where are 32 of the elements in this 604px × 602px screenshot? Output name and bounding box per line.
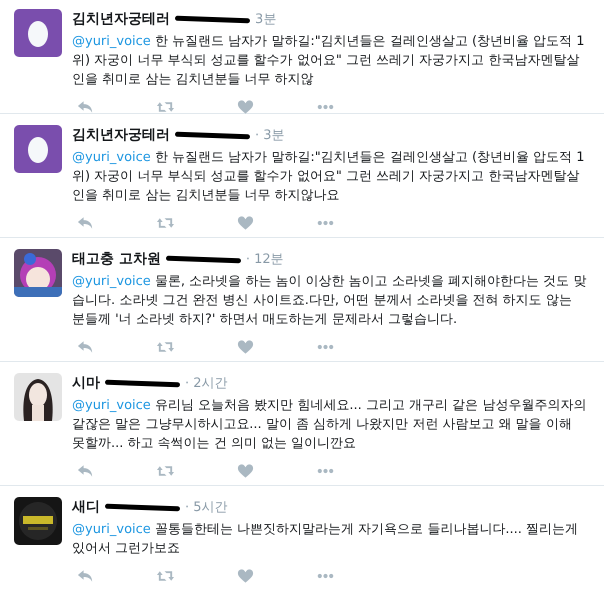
mention-link[interactable]: @yuri_voice [72,522,151,537]
reply-icon[interactable] [76,568,95,584]
timestamp[interactable]: · 3분 [255,126,285,144]
user-name[interactable]: 시마 [72,374,100,392]
reply-icon[interactable] [76,463,95,479]
tweet-text: @yuri_voice 한 뉴질랜드 남자가 말하길:"김치년들은 걸레인생살고 (창년비율 압도적 1위) 자궁이 너무 부식되 성교를 할수가 없어요" 그런 쓰레기 자궁가지고 한국남자멘탈살인을 취미로 삼는 김치년분들 너무 하지않 [72,33,586,89]
tweet-text: @yuri_voice 한 뉴질랜드 남자가 말하길:"김치년들은 걸레인생살고 (창년비율 압도적 1위) 자궁이 너무 부식되 성교를 할수가 없어요" 그런 쓰레기 자궁가지고 한국남자멘탈살인을 취미로 삼는 김치년분들 너무 하지않나요 [72,149,586,205]
heart-icon[interactable] [236,463,255,479]
egg-avatar-icon[interactable] [14,9,62,57]
timestamp[interactable]: · 2시간 [185,374,228,392]
mention-link[interactable]: @yuri_voice [72,274,151,289]
user-name[interactable]: 김치년자궁테러 [72,126,170,144]
tweet-text: @yuri_voice 물론, 소라넷을 하는 놈이 이상한 놈이고 소라넷을 폐지해야한다는 것도 맞습니다. 소라넷 그건 완전 병신 사이트죠.다만, 어떤 분께서 소라넷을 전혀 하지도 않는 분들께 '너 소라넷 하지?' 하면서 매도하는게 문제라서 그렇습니다. [72,273,587,329]
heart-icon[interactable] [236,99,255,115]
heart-icon[interactable] [236,568,255,584]
mention-link[interactable]: @yuri_voice [72,150,151,165]
egg-avatar-icon[interactable] [14,125,62,173]
heart-icon[interactable] [236,339,255,355]
heart-icon[interactable] [236,215,255,231]
user-name[interactable]: 김치년자궁테러 [72,10,170,28]
reply-icon[interactable] [76,339,95,355]
tweet-text: @yuri_voice 유리님 오늘처음 봤지만 힘네세요... 그리고 개구리 같은 남성우월주의자의 같잖은 말은 그냥무시하시고요... 말이 좀 심하게 나왔지만 저런 사람보고 왜 말을 이해 못할까... 하고 속썩이는 건 의미 없는 일이니깐요 [72,397,587,453]
reply-icon[interactable] [76,215,95,231]
mention-link[interactable]: @yuri_voice [72,34,151,49]
reply-icon[interactable] [76,99,95,115]
timestamp[interactable]: · 5시간 [185,498,228,516]
user-name[interactable]: 태고충 고차원 [72,250,161,268]
timestamp[interactable]: · 12분 [246,250,284,268]
mention-link[interactable]: @yuri_voice [72,398,151,413]
user-name[interactable]: 새디 [72,498,100,516]
tweet-text: @yuri_voice 꼴통들한테는 나쁜짓하지말라는게 자기욕으로 들리나봅니다.... 찔리는게 있어서 그런가보죠 [72,521,579,558]
timestamp[interactable]: 3분 [255,10,276,28]
